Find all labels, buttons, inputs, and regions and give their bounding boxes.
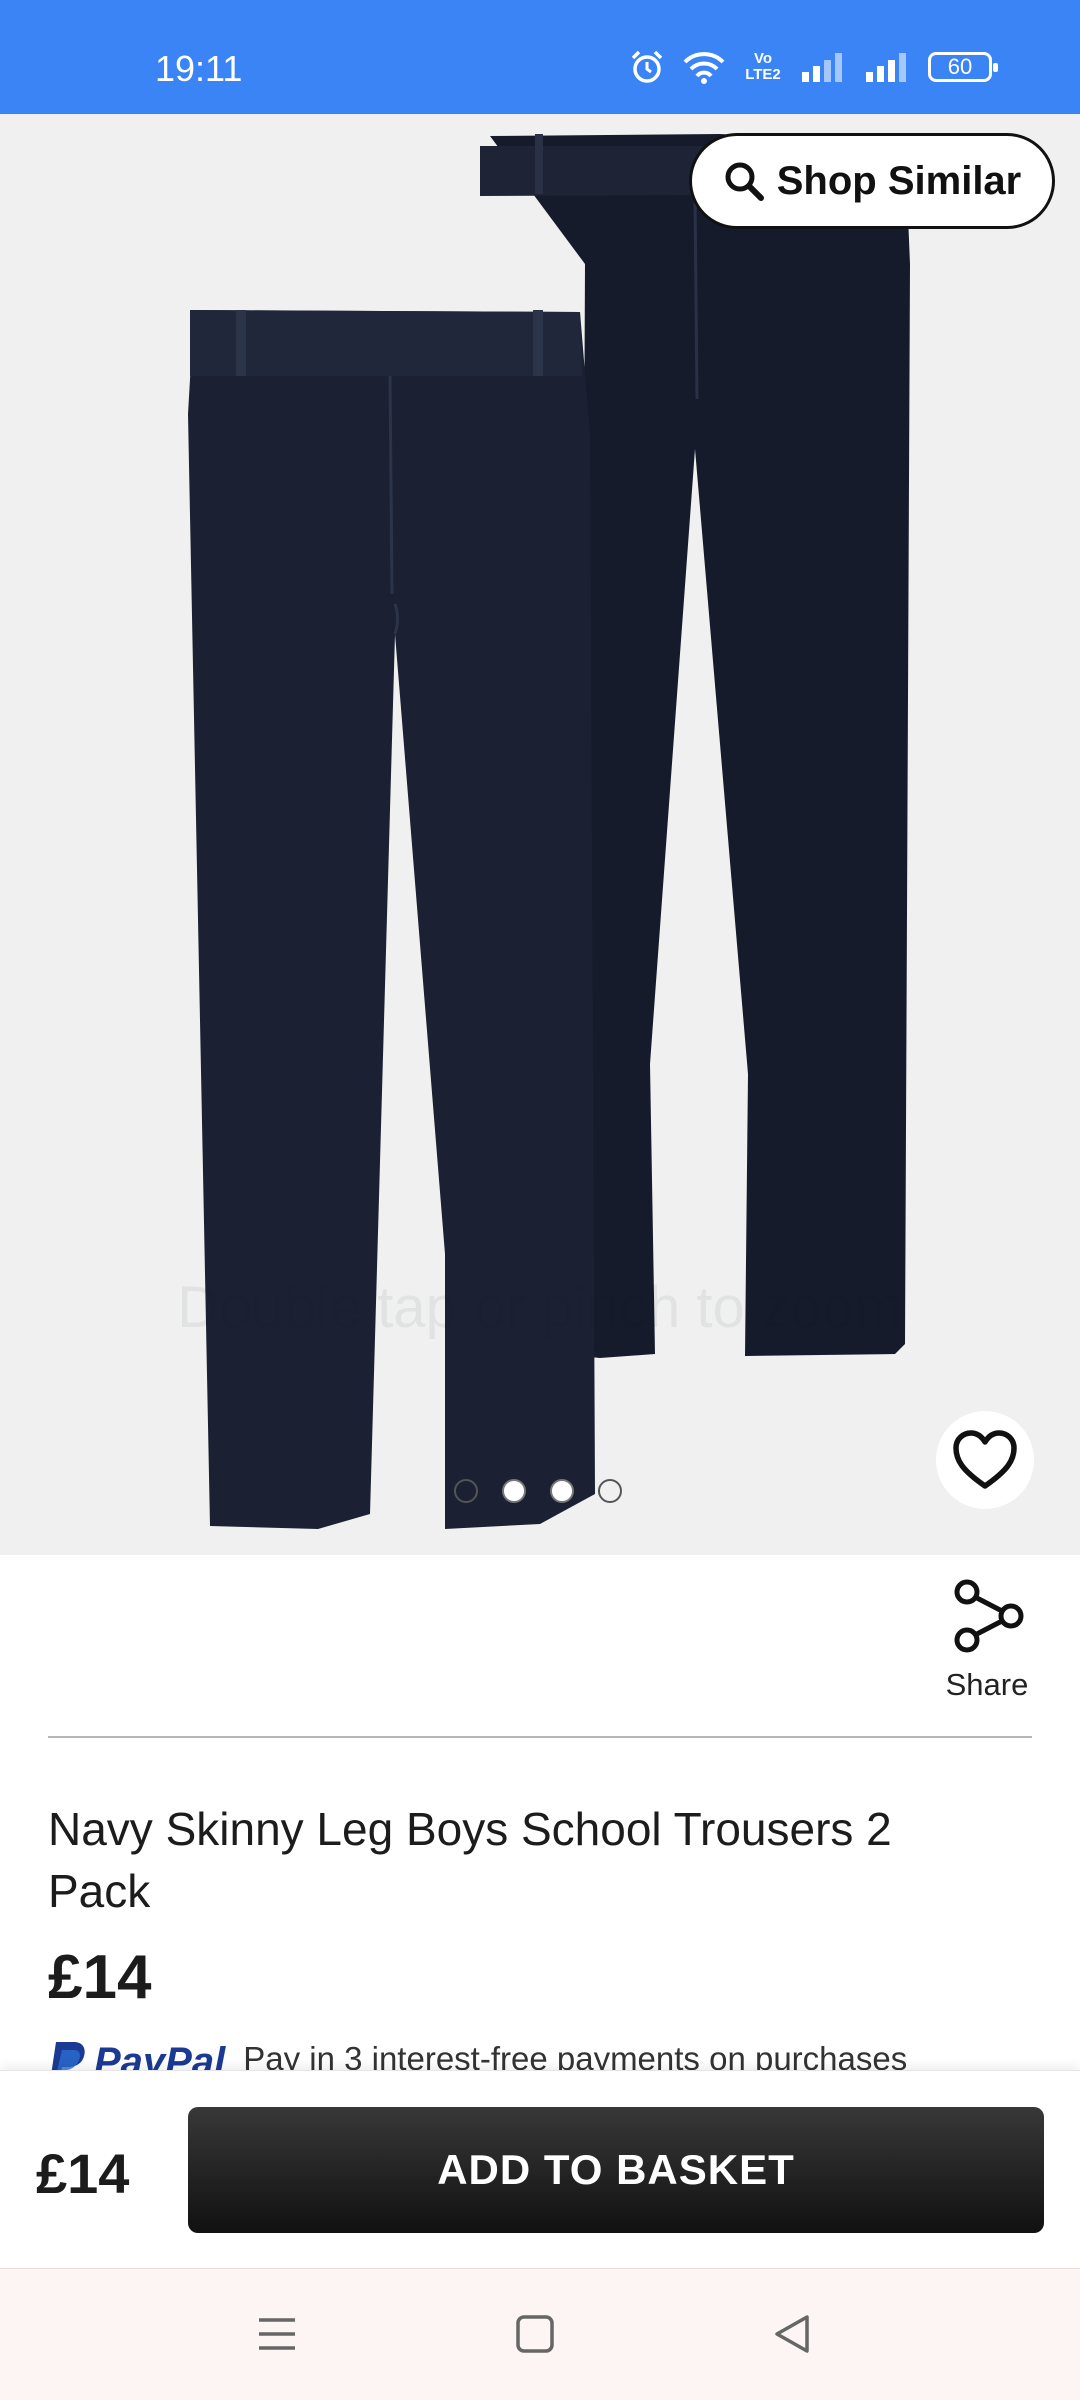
purchase-bar: £14 ADD TO BASKET bbox=[0, 2070, 1080, 2268]
add-to-basket-button[interactable]: ADD TO BASKET bbox=[188, 2107, 1044, 2233]
shop-similar-label: Shop Similar bbox=[776, 158, 1022, 203]
pagination-dot[interactable] bbox=[502, 1479, 526, 1503]
status-bar: 19:11 Vo LTE2 60 bbox=[0, 0, 1080, 114]
zoom-hint: Double tap or pinch to zoom bbox=[177, 1275, 903, 1340]
product-image-gallery[interactable]: Double tap or pinch to zoom Shop Similar bbox=[0, 114, 1080, 1555]
pagination-dot[interactable] bbox=[550, 1479, 574, 1503]
divider bbox=[48, 1736, 1032, 1738]
bottom-price: £14 bbox=[36, 2142, 130, 2205]
product-price: £14 bbox=[48, 1943, 152, 2012]
share-label: Share bbox=[945, 1667, 1029, 1702]
signal-icon-sim1 bbox=[802, 53, 842, 82]
pagination-dot[interactable] bbox=[598, 1479, 622, 1503]
paypal-banner[interactable]: PayPal Pay in 3 interest-free payments o… bbox=[48, 2040, 907, 2070]
search-icon bbox=[725, 162, 764, 201]
paypal-wordmark: PayPal bbox=[94, 2040, 226, 2070]
product-title: Navy Skinny Leg Boys School Trousers 2 P… bbox=[48, 1803, 892, 1917]
volte-badge: Vo LTE2 bbox=[745, 50, 781, 83]
share-button[interactable]: Share bbox=[930, 1578, 1044, 1703]
pagination-dot[interactable] bbox=[454, 1479, 478, 1503]
share-icon bbox=[954, 1579, 1024, 1653]
signal-icon-sim2 bbox=[866, 53, 906, 82]
home-icon[interactable] bbox=[514, 2313, 556, 2355]
system-navigation-bar bbox=[0, 2268, 1080, 2400]
alarm-icon bbox=[631, 50, 663, 83]
shop-similar-button[interactable]: Shop Similar bbox=[689, 133, 1055, 229]
status-icons: Vo LTE2 60 bbox=[630, 50, 998, 84]
gallery-pagination bbox=[454, 1479, 622, 1503]
back-icon[interactable] bbox=[771, 2313, 813, 2355]
paypal-logo: PayPal bbox=[48, 2040, 225, 2070]
wifi-icon bbox=[683, 52, 725, 84]
battery-icon: 60 bbox=[928, 52, 998, 82]
paypal-icon bbox=[51, 2042, 85, 2070]
status-time: 19:11 bbox=[155, 48, 243, 89]
paypal-text: Pay in 3 interest-free payments on purch… bbox=[243, 2040, 908, 2070]
wishlist-button[interactable] bbox=[936, 1411, 1034, 1509]
heart-icon bbox=[953, 1430, 1017, 1489]
menu-icon[interactable] bbox=[256, 2313, 298, 2355]
